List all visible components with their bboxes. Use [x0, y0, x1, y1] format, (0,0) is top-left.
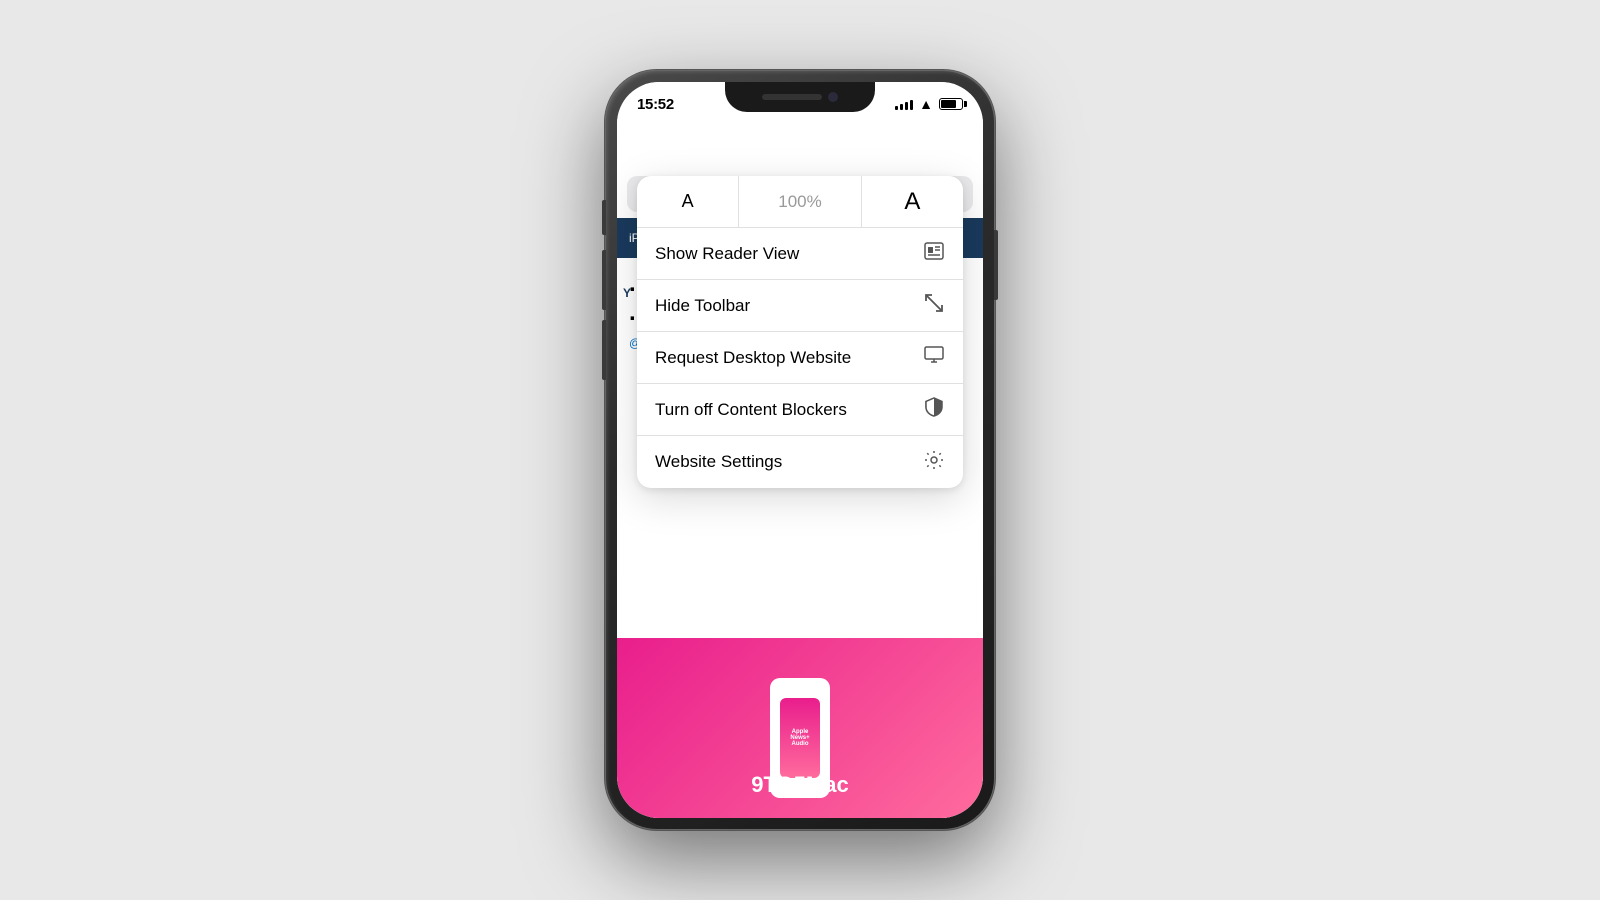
- font-decrease-button[interactable]: A: [637, 176, 739, 227]
- hide-toolbar-label: Hide Toolbar: [655, 296, 750, 316]
- reader-icon: [923, 240, 945, 267]
- website-settings-item[interactable]: Website Settings: [637, 436, 963, 488]
- website-settings-label: Website Settings: [655, 452, 782, 472]
- notch: [725, 82, 875, 112]
- status-icons: ▲: [895, 96, 963, 112]
- arrows-icon: [923, 292, 945, 319]
- volume-down-button: [602, 320, 606, 380]
- signal-icon: [895, 98, 913, 110]
- show-reader-view-label: Show Reader View: [655, 244, 799, 264]
- battery-icon: [939, 98, 963, 110]
- wifi-icon: ▲: [919, 96, 933, 112]
- gear-icon: [923, 449, 945, 476]
- hide-toolbar-item[interactable]: Hide Toolbar: [637, 280, 963, 332]
- font-size-row: A 100% A: [637, 176, 963, 228]
- front-camera: [828, 92, 838, 102]
- power-button: [994, 230, 998, 300]
- font-increase-button[interactable]: A: [861, 176, 963, 227]
- dropdown-menu: A 100% A Show Reader View: [637, 176, 963, 488]
- y-tab: Y: [617, 281, 637, 305]
- dropdown-overlay[interactable]: Y A 100% A Show Reader View: [617, 126, 983, 818]
- phone-screen: 15:52 ▲ AA 🔒: [617, 82, 983, 818]
- monitor-icon: [923, 344, 945, 371]
- turn-off-content-blockers-item[interactable]: Turn off Content Blockers: [637, 384, 963, 436]
- status-time: 15:52: [637, 96, 674, 113]
- turn-off-content-blockers-label: Turn off Content Blockers: [655, 400, 847, 420]
- phone-mockup: 15:52 ▲ AA 🔒: [605, 70, 995, 830]
- speaker: [762, 94, 822, 100]
- show-reader-view-item[interactable]: Show Reader View: [637, 228, 963, 280]
- mute-button: [602, 200, 606, 235]
- shield-icon: [923, 396, 945, 423]
- request-desktop-item[interactable]: Request Desktop Website: [637, 332, 963, 384]
- request-desktop-label: Request Desktop Website: [655, 348, 851, 368]
- volume-up-button: [602, 250, 606, 310]
- font-percent-display: 100%: [739, 192, 861, 212]
